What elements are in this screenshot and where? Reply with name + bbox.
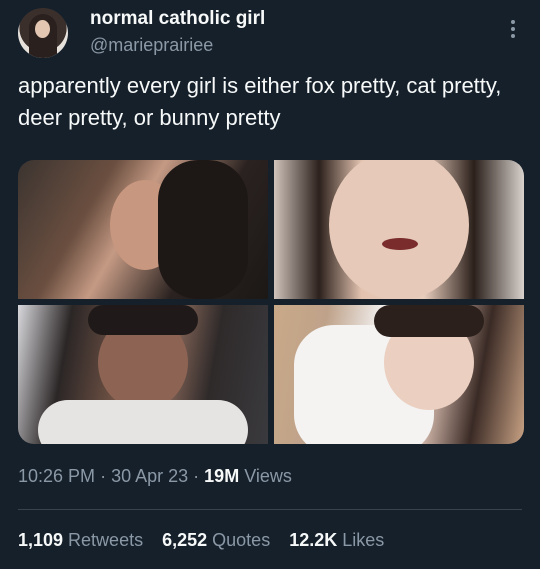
retweets-stat[interactable]: 1,109 Retweets <box>18 530 143 551</box>
media-grid <box>18 160 524 444</box>
media-image-1[interactable] <box>18 160 268 299</box>
avatar-face <box>35 20 50 38</box>
views-label: Views <box>244 466 292 486</box>
author-name[interactable]: normal catholic girl <box>90 8 265 30</box>
more-options-icon[interactable] <box>507 18 519 40</box>
likes-stat[interactable]: 12.2K Likes <box>289 530 384 551</box>
quotes-label: Quotes <box>212 530 271 550</box>
tweet-metadata: 10:26 PM · 30 Apr 23 · 19M Views <box>18 466 292 487</box>
retweets-label: Retweets <box>68 530 144 550</box>
tweet-date[interactable]: 30 Apr 23 <box>111 466 188 486</box>
quotes-stat[interactable]: 6,252 Quotes <box>162 530 270 551</box>
quotes-count: 6,252 <box>162 530 208 550</box>
divider <box>18 509 522 510</box>
separator: · <box>100 466 107 486</box>
media-image-4[interactable] <box>274 305 524 444</box>
separator: · <box>193 466 200 486</box>
avatar[interactable] <box>18 8 68 58</box>
tweet-time[interactable]: 10:26 PM <box>18 466 95 486</box>
engagement-stats: 1,109 Retweets 6,252 Quotes 12.2K Likes <box>18 530 398 551</box>
likes-count: 12.2K <box>289 530 338 550</box>
tweet: normal catholic girl @marieprairiee appa… <box>0 0 540 569</box>
retweets-count: 1,109 <box>18 530 64 550</box>
author-handle[interactable]: @marieprairiee <box>90 35 213 56</box>
likes-label: Likes <box>342 530 385 550</box>
views-count: 19M <box>204 466 240 486</box>
tweet-text: apparently every girl is either fox pret… <box>18 73 502 130</box>
media-image-2[interactable] <box>274 160 524 299</box>
media-image-3[interactable] <box>18 305 268 444</box>
